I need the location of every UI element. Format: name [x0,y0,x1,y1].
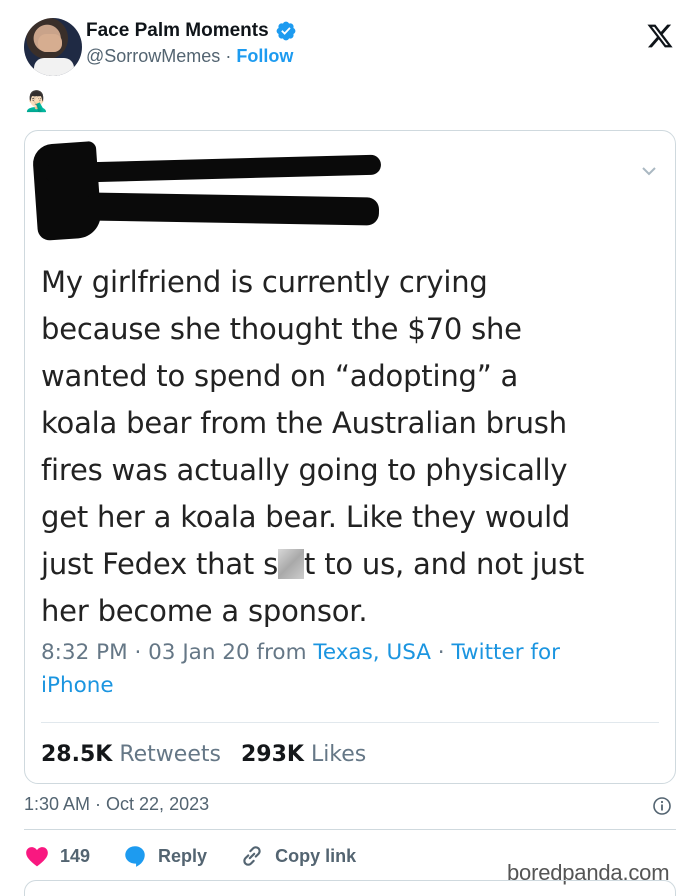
avatar[interactable] [24,18,82,76]
redacted-handle [84,192,380,226]
author-handle[interactable]: @SorrowMemes [86,46,220,66]
follow-button[interactable]: Follow [236,46,293,66]
copy-link-label: Copy link [275,845,357,866]
author-handle-row: @SorrowMemes · Follow [86,46,293,67]
actions-divider [24,829,676,830]
quoted-time-date: 8:32 PM · 03 Jan 20 from [41,640,314,665]
author-display-name[interactable]: Face Palm Moments [86,20,269,42]
info-icon[interactable] [652,796,672,816]
x-logo-icon[interactable] [646,22,674,50]
location-link[interactable]: Texas, USA [313,640,431,665]
like-button[interactable]: 149 [24,843,90,869]
heart-icon [26,847,48,867]
quoted-divider [41,722,659,723]
quoted-tweet-card[interactable]: My girlfriend is currently crying becaus… [24,130,676,784]
reply-button[interactable]: Reply [122,843,207,869]
reply-bubble-icon [125,846,145,867]
action-bar: 149 Reply Copy link [24,842,388,870]
verified-badge-icon [276,21,296,41]
author-name-row: Face Palm Moments [86,20,297,42]
likes-label: Likes [310,742,367,767]
handle-separator: · [225,46,232,66]
copy-link-button[interactable]: Copy link [239,843,356,869]
post-header: Face Palm Moments @SorrowMemes · Follow [24,18,684,78]
next-card-edge [24,880,676,896]
likes-count: 293K [240,742,304,767]
retweets-count: 28.5K [41,742,113,767]
reply-label: Reply [158,845,208,866]
meta-dot: · [430,640,452,665]
quoted-tweet-stats: 28.5K Retweets 293K Likes [41,742,366,767]
post-timestamp[interactable]: 1:30 AM · Oct 22, 2023 [24,794,209,815]
chevron-down-icon[interactable] [639,161,659,181]
censored-word-blur [278,549,305,579]
link-icon [243,846,261,866]
post-text-emoji: 🤦🏻‍♂️ [24,91,49,113]
retweets-stat[interactable]: 28.5K Retweets [41,742,221,767]
quoted-tweet-meta: 8:32 PM · 03 Jan 20 from Texas, USA · Tw… [41,636,641,702]
like-count: 149 [60,845,91,866]
redacted-avatar [31,140,103,242]
likes-stat[interactable]: 293K Likes [241,742,366,767]
quoted-text-part-1: My girlfriend is currently crying becaus… [41,265,571,581]
quoted-tweet-text: My girlfriend is currently crying becaus… [41,259,666,635]
retweets-label: Retweets [119,742,221,767]
